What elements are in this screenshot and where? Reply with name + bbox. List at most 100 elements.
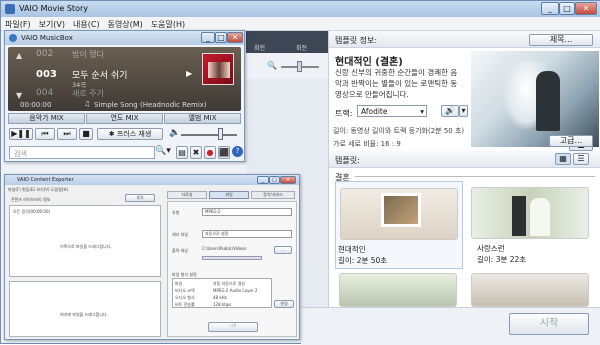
template-panel: 템플릿 정보: 제목... 현대적인 (결혼) 신랑 신부의 귀중한 순간들이 … [328,31,600,307]
template-card-lovely[interactable]: 사랑스런 길이: 3분 22초 [467,181,595,269]
musicbox-close-button[interactable]: ✕ [227,32,243,43]
speaker-icon: 🔈 [169,128,181,138]
record-icon[interactable]: ● [204,146,216,159]
zoom-slider-thumb[interactable] [297,61,302,72]
play-arrow-icon[interactable]: ▶ [186,69,192,78]
settings-key: 파일 [175,281,183,286]
clear-icon[interactable]: ✖ [190,146,202,159]
exporter-menu-bar: 파일(F) 편집(E) 보기(V) 도움말(H) [8,187,68,193]
transfer-list: 여기에 파일을 드래그합니다. [9,281,161,337]
template-title: 현대적인 (결혼) [335,57,403,68]
search-placeholder: 검색 [14,150,27,158]
musicbox-icon [9,34,17,42]
tab-rotate-2[interactable]: 회전 [296,43,307,52]
track-title[interactable]: 새로 주기 [72,88,104,99]
template-name: 현대적인 [338,245,366,254]
type-select[interactable]: MPEG-2 [202,208,292,216]
album-art [202,53,234,85]
track-select[interactable]: Afodite ▾ [357,105,427,117]
maximize-button[interactable]: □ [559,2,575,15]
export-start-button[interactable]: 시작 [208,322,258,332]
list-view-icon[interactable]: ☰ [573,153,589,165]
rename-button[interactable]: 제목... [529,34,593,46]
help-icon[interactable]: ? [232,146,243,157]
exporter-minimize-button[interactable]: _ [257,176,269,184]
exporter-menu-edit[interactable]: 편집(E) [22,187,35,192]
exporter-menu-help[interactable]: 도움말(H) [51,187,68,192]
playlist-icon[interactable]: ▤ [176,146,188,159]
album-mix-button[interactable]: 앨범 MIX [164,113,241,124]
change-settings-button[interactable]: 변경 [274,300,294,308]
aspect-info: 가로 세로 비율: 16 : 9 [333,140,401,148]
track-title[interactable]: 밤이 됐다 [72,49,104,60]
header-select[interactable]: 자동으로 설정 [202,230,292,238]
export-icon[interactable]: ⬛ [218,146,230,159]
start-button[interactable]: 시작 [509,313,589,335]
tab-file[interactable]: 파일 [209,191,249,199]
preview-image [471,51,599,147]
play-pause-button[interactable]: ▶❚❚ [9,128,33,140]
exporter-title-bar: VAIO Content Exporter _ □ ✕ [5,175,299,185]
minimize-button[interactable]: _ [541,2,559,15]
previous-button[interactable]: ⏮ [35,128,55,140]
volume-slider-thumb[interactable] [218,128,223,140]
search-input[interactable]: 검색 [9,146,155,159]
tab-library[interactable]: 자료실 [167,191,207,199]
settings-table: 파일 자동 자동으로 생성 비디오 코덱 MPEG-2 Audio Layer … [172,278,272,308]
settings-value: 자동 자동으로 생성 [213,281,245,286]
template-description: 신랑 신부의 귀중한 순간들이 경쾌한 음악과 반짝이는 별들이 있는 로맨틱한… [335,68,458,99]
settings-value: 48 kHz [213,295,227,300]
search-icon[interactable]: 🔍▾ [155,146,171,156]
settings-value: 128 kbps [213,302,232,307]
grid-view-icon[interactable]: ▦ [555,153,571,165]
settings-value: MPEG-2 Audio Layer 2 [213,288,258,293]
musicbox-maximize-button[interactable]: □ [215,32,227,43]
musicbox-minimize-button[interactable]: _ [201,32,215,43]
add-button[interactable]: 추가 [125,194,155,202]
track-select-value: Afodite [361,107,388,116]
stop-button[interactable]: ■ [79,128,93,140]
library-drop-hint: 이쪽으로 파일을 드래그합니다. [60,244,112,249]
volume-button[interactable]: 🔊 [441,105,459,117]
template-info-label: 템플릿 정보: [335,36,378,45]
length-info: 길이: 동영상 길이와 트랙 등기화(2분 50 초) [333,127,465,135]
transfer-drop-hint: 여기에 파일을 드래그합니다. [60,312,108,317]
template-name: 사랑스런 [477,244,505,253]
elapsed-time: 00:00:00 [20,101,52,109]
template-card-modern[interactable]: 현대적인 길이: 2분 50초 [335,181,463,269]
template-thumbnail[interactable] [471,273,589,307]
exporter-tabs: 자료실 파일 장치/서비스 [165,189,297,199]
music-note-icon: ♫ [84,100,91,108]
template-length: 길이: 2분 50초 [338,256,388,265]
browse-button[interactable]: ... [274,246,292,254]
chevron-down-icon: ▾ [420,107,424,116]
field-label: 출력 대상 [172,248,188,253]
settings-panel: 유형 MPEG-2 헤더 파일 자동으로 설정 출력 대상 C:\Users\P… [167,201,297,337]
year-mix-button[interactable]: 연도 MIX [86,113,163,124]
close-button[interactable]: ✕ [575,2,597,15]
advanced-button[interactable]: 고급... [549,135,593,147]
output-path[interactable]: C:\Users\Public\Videos [202,246,272,254]
exporter-menu-file[interactable]: 파일(F) [8,187,21,192]
volume-dropdown[interactable]: ▾ [459,105,468,117]
musicbox-display: ▲ ▼ 002 밤이 됐다 003 모두 순서 쉬기 34곡 ▶ 004 새로 … [8,47,241,111]
artist-mix-button[interactable]: 음악가 MIX [8,113,85,124]
musicbox-title: VAIO MusicBox [21,34,73,42]
exporter-maximize-button[interactable]: □ [269,176,280,184]
zoom-out-icon[interactable]: 🔍 [267,61,277,70]
scroll-up-icon[interactable]: ▲ [16,51,22,60]
volume-slider[interactable] [181,134,237,136]
library-list: 모든 음악(00:00:00) 이쪽으로 파일을 드래그합니다. [9,205,161,277]
template-length: 길이: 3분 22초 [477,255,527,264]
shuffle-play-button[interactable]: ✱ 프러스 재생 [97,128,163,140]
templates-label: 템플릿: [335,156,360,165]
scroll-down-icon[interactable]: ▼ [16,91,22,100]
next-button[interactable]: ⏭ [57,128,77,140]
exporter-menu-view[interactable]: 보기(V) [36,187,49,192]
tab-device[interactable]: 장치/서비스 [251,191,295,199]
track-label: 트랙: [335,109,353,118]
template-thumbnail[interactable] [339,273,457,307]
exporter-title: VAIO Content Exporter [17,177,74,183]
tab-rotate-1[interactable]: 회전 [254,43,265,52]
exporter-close-button[interactable]: ✕ [280,176,296,184]
